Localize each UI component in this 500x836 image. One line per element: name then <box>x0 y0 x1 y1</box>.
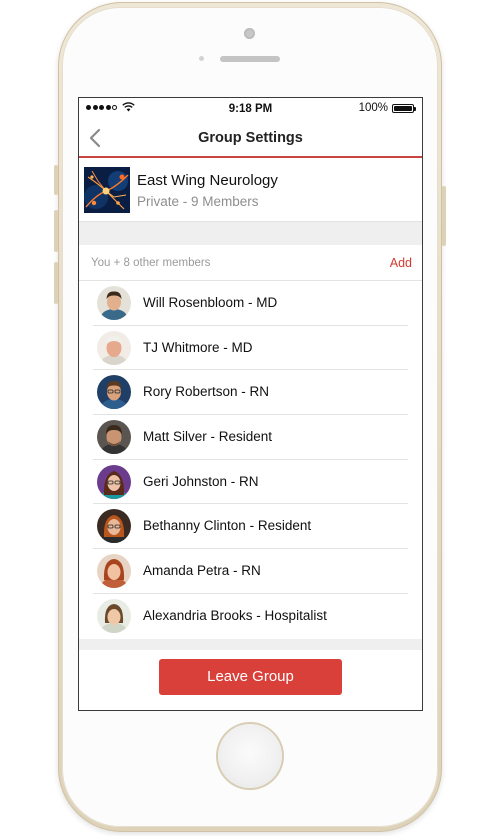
neuron-image <box>84 167 130 213</box>
avatar <box>97 464 131 499</box>
navigation-bar: Group Settings <box>79 120 422 158</box>
power-button <box>442 186 446 246</box>
home-button[interactable] <box>218 724 282 788</box>
front-camera <box>244 28 255 39</box>
member-name: TJ Whitmore - MD <box>143 339 253 355</box>
member-row[interactable]: Rory Robertson - RN <box>79 370 422 416</box>
members-header: You + 8 other members Add <box>79 245 422 281</box>
member-row[interactable]: TJ Whitmore - MD <box>79 325 422 371</box>
battery-status: 100% <box>358 102 416 114</box>
member-name: Rory Robertson - RN <box>143 384 270 400</box>
avatar <box>97 420 131 455</box>
member-name: Geri Johnston - RN <box>143 473 259 489</box>
section-divider <box>79 222 422 245</box>
member-list: Will Rosenbloom - MD TJ Whitmore - MD Ro… <box>79 281 422 639</box>
add-member-button[interactable]: Add <box>390 256 412 270</box>
avatar <box>97 375 131 410</box>
battery-percent: 100% <box>358 102 388 114</box>
member-name: Bethanny Clinton - Resident <box>143 518 312 534</box>
group-info[interactable]: East Wing Neurology Private - 9 Members <box>79 158 422 222</box>
group-image <box>84 167 130 213</box>
member-name: Will Rosenbloom - MD <box>143 295 278 310</box>
member-row[interactable]: Geri Johnston - RN <box>79 459 422 505</box>
page-title: Group Settings <box>198 130 303 146</box>
earpiece-speaker <box>220 56 280 62</box>
section-divider <box>79 639 422 650</box>
volume-down-button <box>54 210 58 252</box>
member-name: Amanda Petra - RN <box>143 563 261 579</box>
member-name: Alexandria Brooks - Hospitalist <box>143 607 327 623</box>
group-privacy-members: Private - 9 Members <box>137 194 259 209</box>
footer: Leave Group <box>79 650 422 710</box>
members-count-label: You + 8 other members <box>91 257 211 269</box>
proximity-sensor <box>199 56 204 61</box>
member-name: Matt Silver - Resident <box>143 429 273 445</box>
member-row[interactable]: Bethanny Clinton - Resident <box>79 504 422 550</box>
avatar <box>97 330 131 365</box>
app-screen: 9:18 PM 100% Group Settings East Wing Ne… <box>78 97 423 711</box>
status-bar: 9:18 PM 100% <box>79 98 422 120</box>
member-row[interactable]: Will Rosenbloom - MD <box>79 281 422 326</box>
volume-up-button <box>54 165 58 195</box>
battery-fill <box>394 105 412 111</box>
avatar <box>97 598 131 633</box>
member-row[interactable]: Matt Silver - Resident <box>79 415 422 460</box>
group-name: East Wing Neurology <box>137 172 278 189</box>
avatar <box>97 554 131 589</box>
battery-icon <box>392 103 416 113</box>
avatar <box>97 286 131 320</box>
avatar <box>97 509 131 544</box>
mute-switch <box>54 262 58 304</box>
member-row[interactable]: Amanda Petra - RN <box>79 549 422 594</box>
member-row[interactable]: Alexandria Brooks - Hospitalist <box>79 593 422 639</box>
battery-tip <box>414 106 416 111</box>
leave-group-button[interactable]: Leave Group <box>159 659 342 695</box>
